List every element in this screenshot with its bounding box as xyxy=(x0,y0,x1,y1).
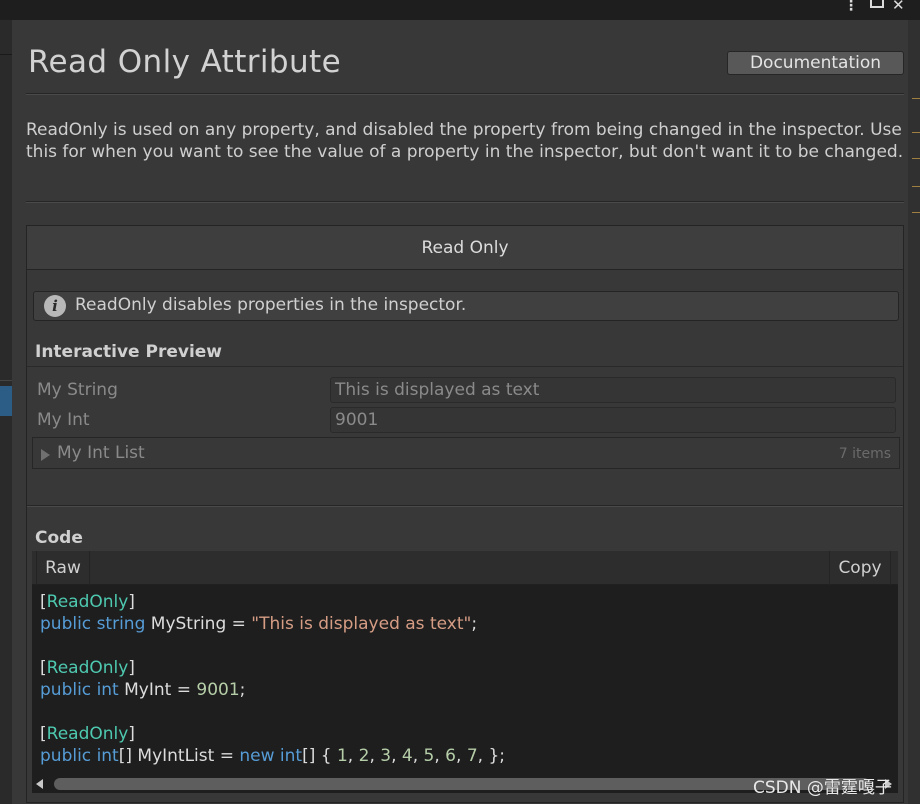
code-viewer: Raw Copy [ReadOnly] public string MyStrin… xyxy=(32,551,898,793)
demo-header[interactable]: Read Only xyxy=(27,226,903,270)
divider xyxy=(27,505,903,507)
divider xyxy=(26,201,904,203)
code-token: ReadOnly xyxy=(46,658,129,678)
code-block[interactable]: [ReadOnly] public string MyString = "This… xyxy=(32,585,898,775)
code-token: int xyxy=(279,746,303,766)
list-label: My Int List xyxy=(57,443,145,463)
code-token: "This is displayed as text" xyxy=(251,614,472,634)
more-options-icon[interactable]: ⋮ xyxy=(844,0,858,13)
interactive-preview: My String This is displayed as text My I… xyxy=(27,366,903,486)
dock-marker xyxy=(912,212,920,213)
code-token: int xyxy=(96,680,119,700)
code-line: public string MyString = "This is displa… xyxy=(40,613,898,635)
raw-tab[interactable]: Raw xyxy=(36,551,90,585)
close-icon[interactable]: ✕ xyxy=(892,0,905,13)
field-label-my-int: My Int xyxy=(37,410,90,430)
interactive-preview-label: Interactive Preview xyxy=(35,342,223,362)
watermark: CSDN @雷霆嘎子 xyxy=(753,778,892,798)
code-token: [] MyIntList = xyxy=(118,746,240,766)
code-line: public int MyInt = 9001; xyxy=(40,679,898,701)
code-token: ReadOnly xyxy=(46,592,129,612)
code-token: ; xyxy=(239,680,246,700)
scroll-left-icon[interactable] xyxy=(36,779,43,789)
code-toolbar: Raw Copy xyxy=(32,551,898,585)
selected-item-highlight[interactable] xyxy=(0,386,12,416)
code-token: 1 xyxy=(336,746,348,766)
description-text: ReadOnly is used on any property, and di… xyxy=(26,120,904,162)
right-dock-strip xyxy=(908,20,920,804)
page-title: Read Only Attribute xyxy=(28,44,342,80)
code-line: public int[] MyIntList = new int[] { 1, … xyxy=(40,746,505,766)
code-line: [ReadOnly] xyxy=(40,724,135,744)
code-line: [ReadOnly] xyxy=(40,658,135,678)
inspector-panel: Read Only Attribute Documentation ReadOn… xyxy=(12,20,908,804)
left-dock-strip xyxy=(0,20,12,804)
code-token: ; xyxy=(471,614,478,634)
code-label: Code xyxy=(35,528,83,548)
code-token: public xyxy=(40,614,92,634)
maximize-icon[interactable] xyxy=(870,0,884,8)
dock-marker xyxy=(912,158,920,159)
dock-marker xyxy=(912,98,920,99)
copy-button[interactable]: Copy xyxy=(829,551,891,585)
code-line: [ReadOnly] xyxy=(40,592,135,612)
code-token: 3 xyxy=(380,746,392,766)
code-token: public xyxy=(40,680,92,700)
scrollbar-thumb[interactable] xyxy=(54,778,870,790)
code-token: 9001 xyxy=(196,680,240,700)
divider xyxy=(0,380,12,381)
code-token: 7 xyxy=(466,746,478,766)
help-text: ReadOnly disables properties in the insp… xyxy=(75,295,467,315)
code-token: public xyxy=(40,746,92,766)
my-string-field: This is displayed as text xyxy=(330,377,896,403)
demo-box: Read Only i ReadOnly disables properties… xyxy=(26,225,904,803)
code-token: 6 xyxy=(445,746,456,766)
divider xyxy=(26,93,904,95)
help-box: i ReadOnly disables properties in the in… xyxy=(33,291,899,321)
code-token: 4 xyxy=(401,746,413,766)
code-token: ReadOnly xyxy=(46,724,129,744)
field-label-my-string: My String xyxy=(37,380,118,400)
dock-marker xyxy=(912,186,920,187)
code-token: MyString = xyxy=(145,614,252,634)
code-token: MyInt = xyxy=(118,680,197,700)
window-titlebar: ⋮ ✕ xyxy=(0,0,920,20)
documentation-button[interactable]: Documentation xyxy=(727,51,904,75)
code-token: string xyxy=(96,614,146,634)
my-int-list-foldout[interactable]: My Int List 7 items xyxy=(32,437,900,469)
code-token: 2 xyxy=(358,746,370,766)
code-token: [] { xyxy=(302,746,337,766)
code-token: int xyxy=(96,746,119,766)
info-icon: i xyxy=(44,295,66,317)
foldout-arrow-icon[interactable] xyxy=(41,449,50,461)
my-int-field: 9001 xyxy=(330,407,896,433)
code-token: 5 xyxy=(423,746,435,766)
list-count: 7 items xyxy=(838,446,891,462)
code-token: new xyxy=(239,746,275,766)
divider xyxy=(0,54,12,55)
dock-marker xyxy=(912,132,920,133)
code-token: }; xyxy=(483,746,505,766)
